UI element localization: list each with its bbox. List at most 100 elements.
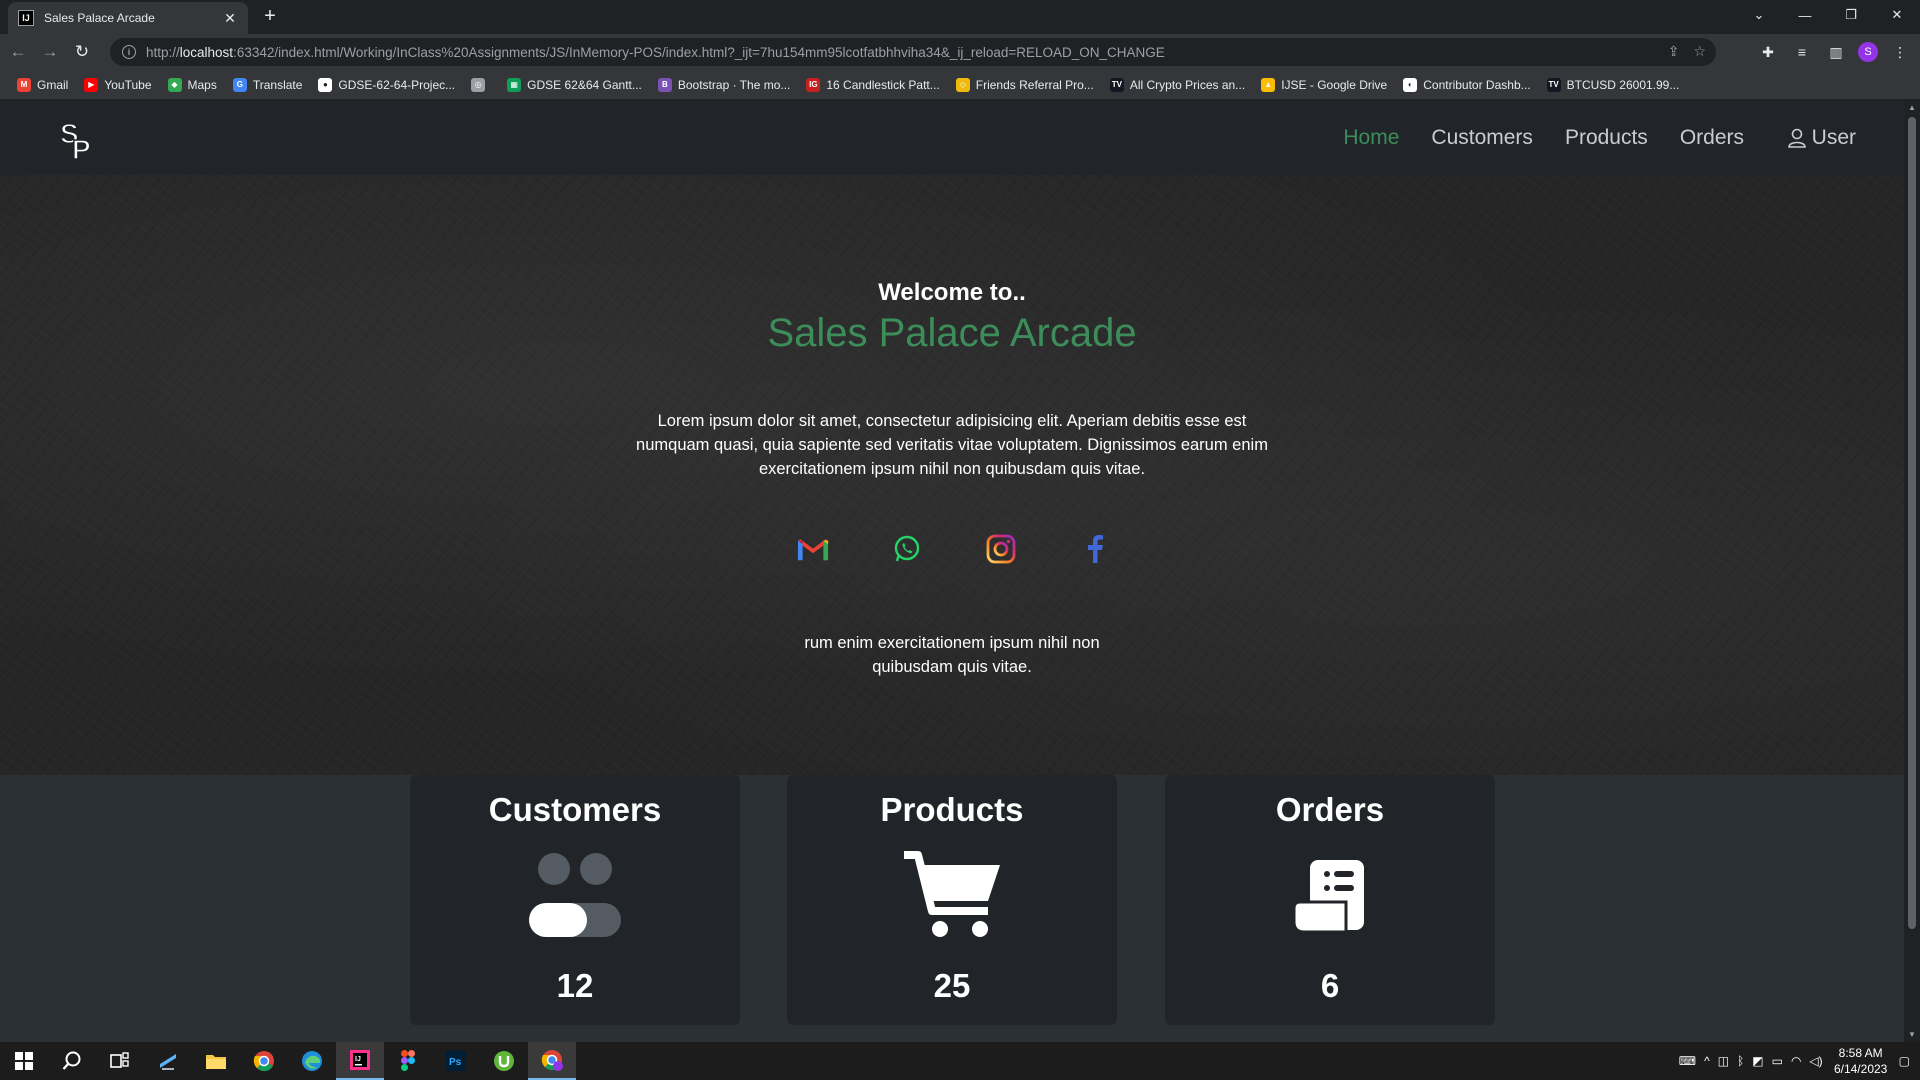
stats-section: Customers 12 Products 25 Orders 6 [0,775,1904,1042]
page-scrollbar[interactable]: ▲ ▼ [1904,101,1920,1042]
whatsapp-icon[interactable] [891,533,923,565]
browser-tab[interactable]: IJ Sales Palace Arcade ✕ [8,2,248,34]
bookmark-item[interactable]: TV BTCUSD 26001.99... [1542,77,1685,92]
bookmark-item[interactable]: ◎ [466,77,496,92]
facebook-icon[interactable] [1079,533,1111,565]
sp-logo[interactable]: S P [58,117,102,161]
forward-button[interactable]: → [36,38,64,66]
bookmark-item[interactable]: M Gmail [12,77,73,92]
tab-search-icon[interactable]: ⌄ [1736,0,1782,30]
cart-icon [787,851,1117,941]
user-menu[interactable]: User [1787,101,1856,175]
windows-taskbar: IJ Ps ⌨ ^ ◫ ᛒ ◩ ▭ ◠ ◁) 8:58 AM 6/14/2023… [0,1042,1920,1080]
address-bar[interactable]: i http://localhost:63342/index.html/Work… [110,38,1716,66]
page-viewport: S P Home Customers Products Orders User … [0,101,1904,1042]
bookmark-star-icon[interactable]: ☆ [1693,43,1706,60]
customers-card[interactable]: Customers 12 [410,775,740,1025]
wifi-icon[interactable]: ◠ [1791,1054,1801,1068]
photoshop-icon[interactable]: Ps [432,1042,480,1080]
gmail-icon[interactable] [797,533,829,565]
card-title: Orders [1275,791,1385,828]
browser-toolbar: ← → ↻ i http://localhost:63342/index.htm… [0,34,1920,70]
bookmark-item[interactable]: ▶ YouTube [79,77,156,92]
bookmark-item[interactable]: ▲ IJSE - Google Drive [1256,77,1392,92]
reading-list-icon[interactable]: ≡ [1790,38,1814,66]
bookmark-label: GDSE-62-64-Projec... [338,77,456,92]
notifications-icon[interactable]: ▢ [1899,1054,1910,1068]
bookmark-item[interactable]: ◇ Friends Referral Pro... [951,77,1099,92]
extensions-icon[interactable]: ✚ [1756,38,1780,66]
profile-avatar[interactable]: S [1858,42,1878,62]
start-button[interactable] [0,1042,48,1080]
bookmark-item[interactable]: TV All Crypto Prices an... [1105,77,1250,92]
bookmark-item[interactable]: ● GDSE-62-64-Projec... [313,77,460,92]
bookmark-label: YouTube [104,77,152,92]
card-value: 12 [556,967,594,1004]
card-value: 6 [1320,967,1340,1004]
tab-title: Sales Palace Arcade [44,11,155,25]
scroll-thumb[interactable] [1908,117,1916,929]
nav-products[interactable]: Products [1565,126,1648,150]
bookmark-item[interactable]: ▦ GDSE 62&64 Gantt... [502,77,647,92]
products-card[interactable]: Products 25 [787,775,1117,1025]
scroll-down-icon[interactable]: ▼ [1904,1028,1920,1042]
bookmarks-bar: M Gmail ▶ YouTube ◆ Maps G Translate ● GDSE-62-64… [0,70,1920,100]
chrome-icon[interactable] [240,1042,288,1080]
app-manager-icon[interactable] [144,1042,192,1080]
clock-date: 6/14/2023 [1833,1062,1888,1076]
nav-home[interactable]: Home [1343,126,1399,150]
bookmark-label: GDSE 62&64 Gantt... [527,77,642,92]
search-icon[interactable] [48,1042,96,1080]
intellij-icon[interactable]: IJ [336,1042,384,1080]
meet-now-icon[interactable]: ◫ [1718,1054,1729,1068]
brand-title: Sales Palace Arcade [767,311,1137,355]
bookmark-item[interactable]: ◐ Contributor Dashb... [1398,77,1535,92]
nav-customers[interactable]: Customers [1431,126,1533,150]
utorrent-icon[interactable] [480,1042,528,1080]
bookmark-label: Bootstrap · The mo... [677,77,791,92]
share-icon[interactable]: ⇪ [1668,43,1680,60]
show-hidden-icons-icon[interactable]: ^ [1704,1054,1710,1068]
back-button[interactable]: ← [4,38,32,66]
svg-text:P: P [72,134,91,161]
menu-icon[interactable]: ⋮ [1888,38,1912,66]
site-info-icon[interactable]: i [122,45,136,59]
social-links [0,533,1904,565]
instagram-icon[interactable] [985,533,1017,565]
keyboard-icon[interactable]: ⌨ [1679,1054,1696,1068]
system-tray: ⌨ ^ ◫ ᛒ ◩ ▭ ◠ ◁) 8:58 AM 6/14/2023 ▢ [1679,1042,1920,1080]
toolbar-right: ✚ ≡ ▥ S ⋮ [1756,38,1912,66]
close-window-button[interactable]: ✕ [1874,0,1920,30]
user-icon [1787,128,1806,148]
bluetooth-icon[interactable]: ᛒ [1737,1054,1744,1068]
bookmark-item[interactable]: IG 16 Candlestick Patt... [801,77,944,92]
nav-orders[interactable]: Orders [1680,126,1744,150]
minimize-button[interactable]: — [1782,0,1828,30]
new-tab-button[interactable]: + [258,5,282,29]
hero-section: Welcome to.. Sales Palace Arcade Lorem i… [0,175,1904,775]
bookmark-label: Contributor Dashb... [1423,77,1531,92]
hero-description: Lorem ipsum dolor sit amet, consectetur … [636,412,1268,478]
orders-card[interactable]: Orders 6 [1165,775,1495,1025]
intellij-favicon-icon: IJ [18,10,34,26]
figma-icon[interactable] [384,1042,432,1080]
bookmark-label: All Crypto Prices an... [1129,77,1246,92]
restore-button[interactable]: ❐ [1828,0,1874,30]
tab-close-icon[interactable]: ✕ [222,10,238,27]
edge-icon[interactable] [288,1042,336,1080]
file-explorer-icon[interactable] [192,1042,240,1080]
volume-icon[interactable]: ◁) [1809,1054,1822,1068]
clock[interactable]: 8:58 AM 6/14/2023 [1831,1045,1891,1077]
bookmark-item[interactable]: B Bootstrap · The mo... [653,77,796,92]
network-icon[interactable]: ◩ [1752,1054,1763,1068]
bookmark-item[interactable]: G Translate [228,77,308,92]
battery-icon[interactable]: ▭ [1772,1054,1783,1068]
chrome-profile-icon[interactable] [528,1042,576,1080]
clock-time: 8:58 AM [1838,1046,1883,1060]
scroll-up-icon[interactable]: ▲ [1904,101,1920,115]
bookmark-favicon-icon: TV [1109,77,1124,92]
bookmark-item[interactable]: ◆ Maps [163,77,222,92]
reload-button[interactable]: ↻ [68,38,96,66]
side-panel-icon[interactable]: ▥ [1824,38,1848,66]
task-view-icon[interactable] [96,1042,144,1080]
